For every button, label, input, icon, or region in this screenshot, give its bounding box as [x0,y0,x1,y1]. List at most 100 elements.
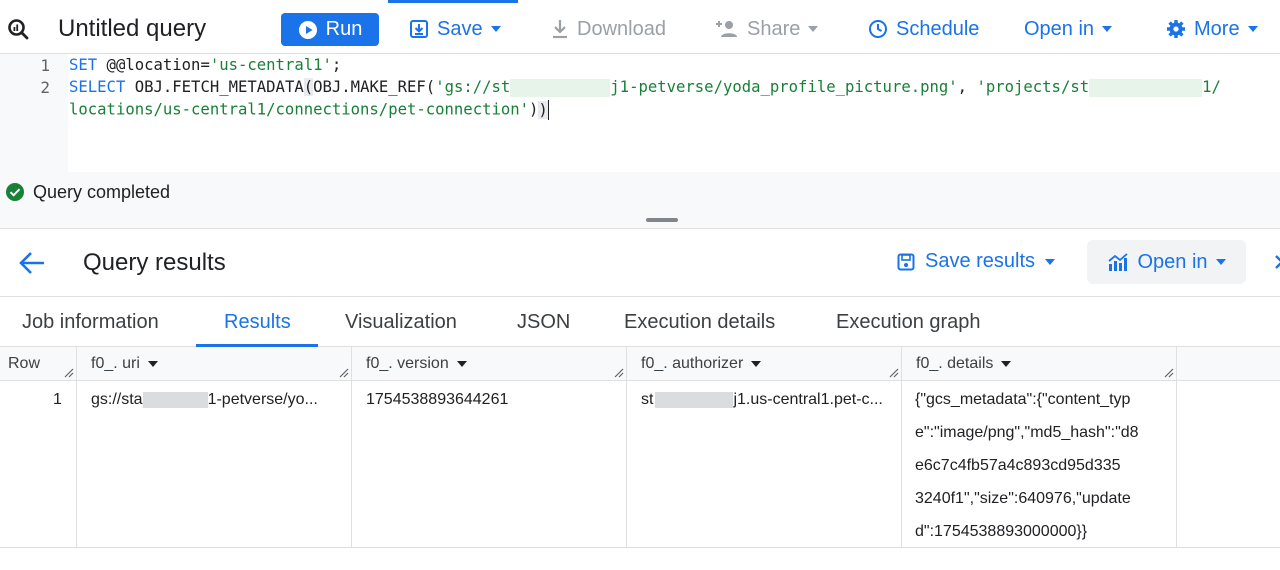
tab-execution-details[interactable]: Execution details [624,311,775,334]
column-divider [626,347,627,548]
column-divider [76,347,77,548]
check-circle-icon [6,183,24,201]
column-header-details[interactable]: f0_. details [916,347,1012,381]
column-header-authorizer[interactable]: f0_. authorizer [641,347,762,381]
chevron-down-icon [1102,26,1113,32]
run-label: Run [325,18,363,40]
sql-string: j1-petverse/yoda_profile_picture.png' [610,78,958,96]
tab-json[interactable]: JSON [517,311,570,334]
sql-string: locations/us-central1/connections/pet-co… [69,100,530,119]
chevron-down-icon [1247,26,1258,32]
results-title: Query results [83,249,226,276]
tab-results[interactable]: Results [224,311,291,334]
column-divider [1176,347,1177,548]
results-open-in-button[interactable]: Open in [1087,240,1246,284]
matching-paren: ) [538,100,548,119]
column-resize-handle[interactable] [889,368,899,378]
details-line: d":1754538893000000}} [915,523,1088,540]
row-divider [0,547,1280,548]
tab-visualization[interactable]: Visualization [345,311,457,334]
cell-text: 1-petverse/yo... [207,391,318,408]
details-line: e6c7c4fb57a4c893cd95d335 [915,457,1121,474]
column-resize-handle[interactable] [64,368,74,378]
gear-icon [1167,20,1185,38]
row-number: 1 [53,391,62,408]
cell-uri[interactable]: gs://sta 1-petverse/yo... [91,391,318,409]
download-label: Download [577,17,666,40]
code-line-1[interactable]: SET @@location='us-central1'; [69,56,341,74]
save-results-label: Save results [925,250,1036,272]
save-icon [410,20,428,38]
query-icon [8,19,29,40]
redaction-block [1089,78,1203,97]
redaction-block [655,391,734,408]
details-line: e":"image/png","md5_hash":"d8 [915,424,1139,441]
code-line-2[interactable]: SELECT OBJ.FETCH_METADATA(OBJ.MAKE_REF('… [69,78,1221,97]
save-results-button[interactable]: Save results [897,250,1056,273]
floppy-disk-icon [897,253,915,270]
sql-punctuation: ; [331,56,342,74]
sql-keyword: SET [69,56,98,74]
run-button[interactable]: Run [281,13,379,46]
share-button[interactable]: Share [715,14,819,44]
chart-icon [1108,253,1129,271]
sql-string: 1/ [1202,78,1221,96]
column-resize-handle[interactable] [614,368,624,378]
share-label: Share [747,17,801,40]
code-line-2-wrap[interactable]: locations/us-central1/connections/pet-co… [69,100,549,120]
redaction-block [510,78,611,97]
query-status-bar: Query completed [0,172,1280,229]
chevron-down-icon[interactable] [147,361,158,367]
sql-keyword: SELECT [69,78,126,96]
open-in-button[interactable]: Open in [1024,14,1113,44]
column-header-label: f0_. uri [91,355,140,372]
more-button[interactable]: More [1166,14,1258,44]
save-button[interactable]: Save [409,14,501,44]
chevron-down-icon[interactable] [456,361,467,367]
column-resize-handle[interactable] [339,368,349,378]
back-arrow-icon[interactable] [18,250,46,276]
chevron-down-icon[interactable] [751,361,762,367]
line-number: 1 [40,56,50,75]
results-open-in-label: Open in [1137,250,1208,273]
active-tab-indicator [388,0,518,3]
table-header: Row f0_. uri f0_. version f0_. authorize… [0,347,1280,381]
save-label: Save [437,17,483,40]
play-icon [298,20,317,39]
query-toolbar: Untitled query Run Save Download Share S… [0,0,1280,54]
chevron-right-icon[interactable] [1272,252,1280,272]
cell-text: j1.us-central1.pet-c... [733,391,883,408]
sql-editor[interactable]: 1 2 SET @@location='us-central1'; SELECT… [0,54,1280,172]
chevron-down-icon [808,26,819,32]
sql-variable: @@location= [97,56,210,74]
text-cursor [547,100,549,120]
chevron-down-icon[interactable] [1001,361,1012,367]
sql-string: 'gs://st [435,78,511,96]
column-header-uri[interactable]: f0_. uri [91,347,158,381]
column-resize-handle[interactable] [1164,368,1174,378]
add-person-icon [716,21,737,37]
results-tabs: Job information Results Visualization JS… [0,296,1280,347]
tab-job-information[interactable]: Job information [22,311,159,334]
sql-punctuation: , [957,78,977,96]
tab-execution-graph[interactable]: Execution graph [836,311,981,334]
schedule-button[interactable]: Schedule [868,14,979,44]
details-line: 3240f1","size":640976,"update [915,490,1131,507]
sql-punctuation: ) [529,100,539,119]
cell-version[interactable]: 1754538893644261 [366,391,508,409]
panel-resize-handle[interactable] [646,218,678,222]
cell-text: st [641,391,654,408]
schedule-label: Schedule [896,17,980,40]
download-icon [553,20,567,39]
column-header-version[interactable]: f0_. version [366,347,467,381]
line-number: 2 [40,78,50,97]
cell-authorizer[interactable]: st j1.us-central1.pet-c... [641,391,883,409]
sql-string: 'us-central1' [209,56,332,74]
clock-icon [869,20,887,38]
query-title[interactable]: Untitled query [58,15,206,43]
sql-string: 'projects/st [976,78,1090,96]
column-header-label: f0_. authorizer [641,355,744,372]
redaction-block [142,391,208,408]
sql-function: OBJ.MAKE_REF( [313,78,436,96]
download-button[interactable]: Download [551,14,666,44]
